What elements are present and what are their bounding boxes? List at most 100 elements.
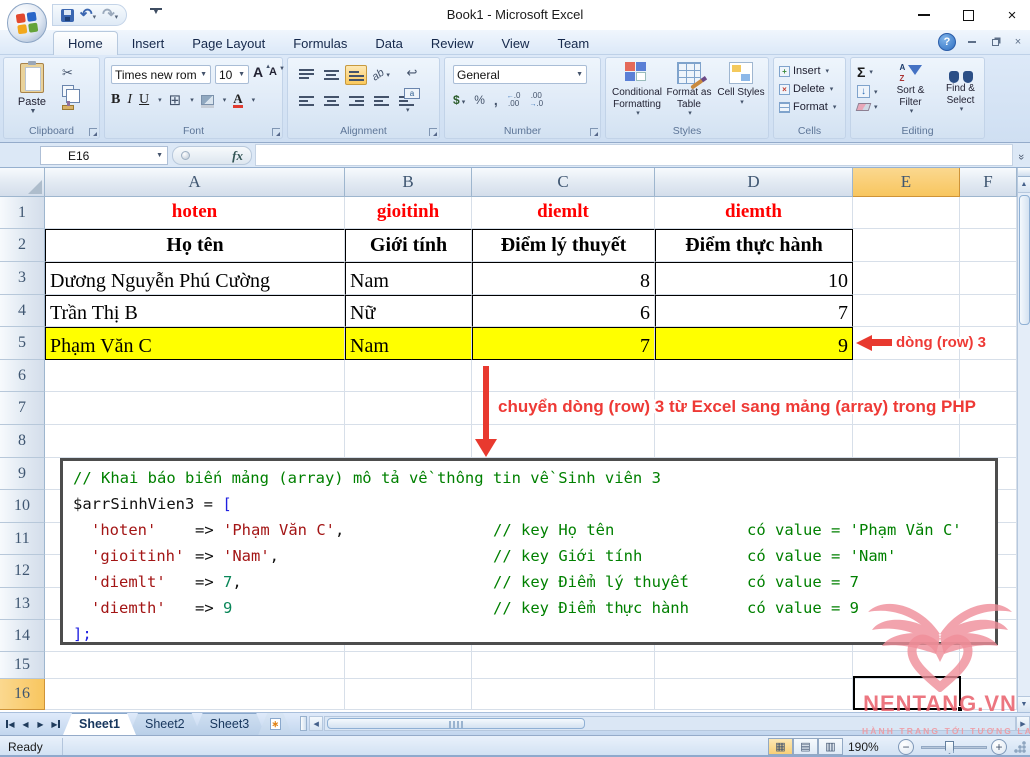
cell-b16[interactable]: [345, 679, 472, 710]
cell-f2[interactable]: [960, 229, 1017, 262]
tab-page-layout[interactable]: Page Layout: [178, 32, 279, 55]
font-name-select[interactable]: Times new rom▼: [111, 65, 211, 84]
cell-d1[interactable]: diemth: [655, 197, 853, 229]
page-break-view-button[interactable]: ▥: [818, 738, 843, 755]
cell-f15[interactable]: [960, 652, 1017, 679]
format-as-table-button[interactable]: Format as Table▾: [664, 62, 714, 128]
tab-home[interactable]: Home: [53, 31, 118, 55]
cell-b1[interactable]: gioitinh: [345, 197, 472, 229]
cell-a2[interactable]: Họ tên: [45, 229, 345, 262]
column-header-d[interactable]: D: [655, 168, 853, 197]
column-header-b[interactable]: B: [345, 168, 472, 197]
cell-b8[interactable]: [345, 425, 472, 458]
horizontal-scroll-thumb[interactable]: [327, 718, 585, 729]
cell-styles-button[interactable]: Cell Styles▾: [716, 62, 766, 128]
percent-icon[interactable]: %: [474, 93, 485, 107]
doc-minimize-button[interactable]: [965, 35, 979, 49]
cell-b2[interactable]: Giới tính: [345, 229, 472, 262]
number-dialog-launcher-icon[interactable]: [590, 128, 598, 136]
cell-a1[interactable]: hoten: [45, 197, 345, 229]
cell-e2[interactable]: [853, 229, 960, 262]
insert-cells-button[interactable]: +Insert▾: [779, 65, 836, 77]
comma-icon[interactable]: ,: [494, 92, 498, 108]
row-header-14[interactable]: 14: [0, 620, 45, 652]
normal-view-button[interactable]: ▦: [768, 738, 793, 755]
cell-e8[interactable]: [853, 425, 960, 458]
sheet-tab-sheet3[interactable]: Sheet3: [194, 713, 266, 735]
cell-f3[interactable]: [960, 262, 1017, 295]
cell-d4[interactable]: 7: [655, 295, 853, 327]
paste-button[interactable]: Paste ▼: [10, 63, 54, 125]
cell-d8[interactable]: [655, 425, 853, 458]
row-header-6[interactable]: 6: [0, 360, 45, 392]
formula-input[interactable]: [255, 144, 1013, 166]
cell-c6[interactable]: [472, 360, 655, 392]
delete-cells-button[interactable]: ×Delete▾: [779, 83, 836, 95]
insert-function-button[interactable]: fx: [172, 146, 252, 165]
fill-handle[interactable]: [957, 706, 963, 712]
bold-button[interactable]: B: [111, 92, 120, 108]
vertical-scrollbar[interactable]: ▲ ▼: [1017, 168, 1030, 712]
cell-b3[interactable]: Nam: [345, 262, 472, 295]
sort-filter-button[interactable]: AZ Sort & Filter▾: [887, 63, 934, 127]
decrease-decimal-button[interactable]: .00→.0: [529, 92, 543, 108]
cell-d5[interactable]: 9: [655, 327, 853, 360]
cell-a7[interactable]: [45, 392, 345, 425]
cell-f16[interactable]: [960, 679, 1017, 710]
align-right-button[interactable]: [345, 91, 367, 111]
cell-d2[interactable]: Điểm thực hành: [655, 229, 853, 262]
align-left-button[interactable]: [295, 91, 317, 111]
row-header-10[interactable]: 10: [0, 490, 45, 523]
font-color-icon[interactable]: A: [233, 92, 242, 109]
row-header-16[interactable]: 16: [0, 679, 45, 710]
column-header-e[interactable]: E: [853, 168, 960, 197]
vertical-scroll-thumb[interactable]: [1019, 195, 1030, 325]
cell-f8[interactable]: [960, 425, 1017, 458]
row-header-1[interactable]: 1: [0, 197, 45, 229]
doc-restore-button[interactable]: [988, 35, 1002, 49]
font-dialog-launcher-icon[interactable]: [272, 128, 280, 136]
format-cells-button[interactable]: Format▾: [779, 101, 836, 113]
resize-grip[interactable]: [1013, 740, 1027, 754]
row-header-2[interactable]: 2: [0, 229, 45, 262]
decrease-indent-button[interactable]: [370, 91, 392, 111]
align-center-button[interactable]: [320, 91, 342, 111]
shrink-font-button[interactable]: A▼: [269, 66, 285, 78]
zoom-level[interactable]: 190%: [848, 740, 879, 754]
cell-d16[interactable]: [655, 679, 853, 710]
conditional-formatting-button[interactable]: Conditional Formatting▾: [612, 62, 662, 128]
tab-formulas[interactable]: Formulas: [279, 32, 361, 55]
row-header-7[interactable]: 7: [0, 392, 45, 425]
cell-c8[interactable]: [472, 425, 655, 458]
zoom-out-button[interactable]: −: [898, 739, 914, 755]
cell-f1[interactable]: [960, 197, 1017, 229]
row-header-5[interactable]: 5: [0, 327, 45, 360]
row-header-15[interactable]: 15: [0, 652, 45, 679]
cell-a8[interactable]: [45, 425, 345, 458]
cell-a3[interactable]: Dương Nguyễn Phú Cường: [45, 262, 345, 295]
increase-decimal-button[interactable]: ←.0.00: [507, 92, 521, 108]
doc-close-button[interactable]: ×: [1011, 35, 1025, 49]
align-top-button[interactable]: [295, 65, 317, 85]
row-header-9[interactable]: 9: [0, 458, 45, 490]
fill-color-icon[interactable]: [201, 95, 214, 105]
cell-c16[interactable]: [472, 679, 655, 710]
italic-button[interactable]: I: [127, 92, 132, 108]
cell-c15[interactable]: [472, 652, 655, 679]
cell-c1[interactable]: diemlt: [472, 197, 655, 229]
align-middle-button[interactable]: [320, 65, 342, 85]
tab-split-handle[interactable]: [300, 716, 307, 731]
select-all-corner[interactable]: [0, 168, 45, 197]
row-header-3[interactable]: 3: [0, 262, 45, 295]
underline-button[interactable]: U: [139, 92, 149, 108]
name-box[interactable]: E16▼: [40, 146, 168, 165]
row-header-12[interactable]: 12: [0, 555, 45, 588]
tab-review[interactable]: Review: [417, 32, 488, 55]
cell-e4[interactable]: [853, 295, 960, 327]
tab-team[interactable]: Team: [543, 32, 603, 55]
tab-insert[interactable]: Insert: [118, 32, 179, 55]
font-size-select[interactable]: 10▼: [215, 65, 249, 84]
cell-b6[interactable]: [345, 360, 472, 392]
minimize-button[interactable]: [912, 5, 936, 25]
close-button[interactable]: ×: [1000, 5, 1024, 25]
